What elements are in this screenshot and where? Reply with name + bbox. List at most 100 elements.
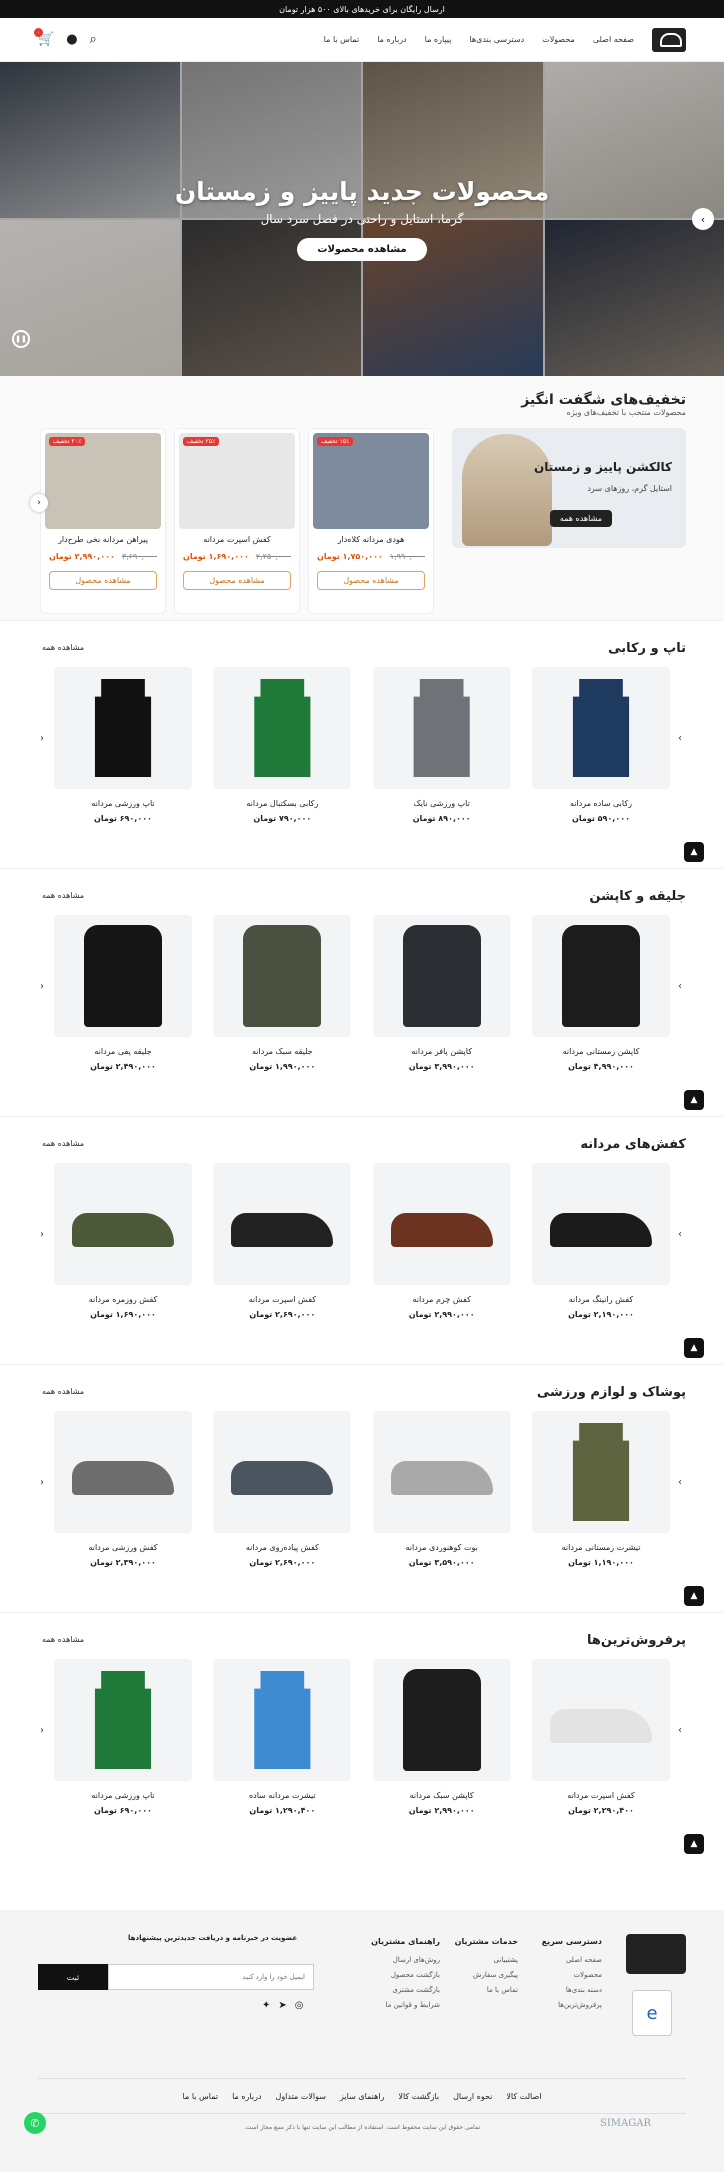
see-all-link[interactable]: مشاهده همه	[42, 891, 84, 900]
see-all-link[interactable]: مشاهده همه	[42, 1635, 84, 1644]
nav-contact[interactable]: تماس با ما	[324, 35, 360, 44]
user-icon[interactable]: ●	[66, 32, 77, 47]
product-card[interactable]: کاپشن سبک مردانه ۲,۹۹۰,۰۰۰ تومان	[372, 1659, 511, 1815]
product-card[interactable]: کفش اسپرت مردانه ۲,۶۹۰,۰۰۰ تومان	[213, 1163, 352, 1319]
product-shape	[243, 925, 322, 1027]
product-card[interactable]: تیشرت مردانه ساده ۱,۲۹۰,۴۰۰ تومان	[213, 1659, 352, 1815]
instagram-icon[interactable]: ◎	[295, 2000, 304, 2011]
whatsapp-icon[interactable]: ✆	[24, 2112, 46, 2134]
see-all-link[interactable]: مشاهده همه	[42, 1139, 84, 1148]
twitter-icon[interactable]: ✦	[262, 2000, 270, 2011]
footer-link[interactable]: محصولات	[542, 1968, 602, 1983]
footer-bottom-link[interactable]: نحوه ارسال	[453, 2092, 492, 2101]
promo-button[interactable]: مشاهده همه	[549, 510, 612, 527]
deal-card[interactable]: ۲۵٪ تخفیف کفش اسپرت مردانه ۲,۲۵۰,۰۰۰ ۱,۶۹…	[174, 428, 300, 614]
enamad-trust-icon[interactable]: e	[632, 1990, 672, 2036]
product-card[interactable]: کفش پیاده‌روی مردانه ۲,۶۹۰,۰۰۰ تومان	[213, 1411, 352, 1567]
promo-banner[interactable]: کالکشن پاییز و زمستان استایل گرم، روزهای…	[452, 428, 686, 548]
deal-new-price: ۲,۹۹۰,۰۰۰ تومان	[49, 552, 115, 561]
chevron-left-icon[interactable]: ‹	[40, 981, 44, 992]
footer-bottom-link[interactable]: بازگشت کالا	[398, 2092, 439, 2101]
hero-cta-button[interactable]: مشاهده محصولات	[297, 238, 427, 261]
newsletter-email-input[interactable]	[108, 1964, 314, 1990]
chevron-right-icon[interactable]: ›	[678, 1477, 682, 1488]
footer-bottom-link[interactable]: راهنمای سایز	[340, 2092, 384, 2101]
chevron-right-icon[interactable]: ›	[678, 1725, 682, 1736]
footer-link[interactable]: شرایط و قوانین ما	[371, 1998, 441, 2013]
scroll-to-top-icon[interactable]: ▲	[684, 1090, 704, 1110]
footer-bottom-link[interactable]: درباره ما	[232, 2092, 261, 2101]
deal-card[interactable]: ۲۰٪ تخفیف پیراهن مردانه نخی طرح‌دار ۳,۶۹…	[40, 428, 166, 614]
view-product-button[interactable]: مشاهده محصول	[49, 571, 157, 590]
scroll-to-top-icon[interactable]: ▲	[684, 1338, 704, 1358]
brand-logo[interactable]	[652, 27, 686, 52]
product-card[interactable]: جلیقه سبک مردانه ۱,۹۹۰,۰۰۰ تومان	[213, 915, 352, 1071]
product-card[interactable]: کفش اسپرت مردانه ۲,۲۹۰,۴۰۰ تومان	[532, 1659, 670, 1815]
footer-link[interactable]: دسته بندی‌ها	[542, 1983, 602, 1998]
product-card[interactable]: رکابی بسکتبال مردانه ۷۹۰,۰۰۰ تومان	[213, 667, 352, 823]
newsletter-submit-button[interactable]: ثبت	[38, 1964, 108, 1990]
nav-products[interactable]: محصولات	[542, 35, 575, 44]
product-name: جلیقه پفی مردانه	[94, 1047, 152, 1056]
footer-link[interactable]: بازگشت محصول	[371, 1968, 440, 1983]
footer-link[interactable]: تماس با ما	[455, 1983, 518, 1998]
view-product-button[interactable]: مشاهده محصول	[183, 571, 291, 590]
chevron-left-icon[interactable]: ‹	[30, 494, 48, 512]
product-price: ۲,۴۹۰,۰۰۰ تومان	[90, 1062, 156, 1071]
chevron-left-icon[interactable]: ‹	[40, 1477, 44, 1488]
product-card[interactable]: جلیقه پفی مردانه ۲,۴۹۰,۰۰۰ تومان	[54, 915, 193, 1071]
product-card[interactable]: بوت کوهنوردی مردانه ۳,۵۹۰,۰۰۰ تومان	[372, 1411, 511, 1567]
section-title: جلیقه و کاپشن	[589, 889, 686, 904]
product-card[interactable]: کاپشن زمستانی مردانه ۴,۹۹۰,۰۰۰ تومان	[532, 915, 670, 1071]
footer-customer-guide: راهنمای مشتریان روش‌های ارسال بازگشت محص…	[371, 1934, 440, 2013]
footer-link[interactable]: پرفروش‌ترین‌ها	[542, 1998, 602, 2013]
deal-card[interactable]: ۱۵٪ تخفیف هودی مردانه کلاه‌دار ۱,۹۹۰,۰۰۰…	[308, 428, 434, 614]
product-carousel: تیشرت زمستانی مردانه ۱,۱۹۰,۰۰۰ تومان بوت…	[54, 1411, 670, 1567]
see-all-link[interactable]: مشاهده همه	[42, 1387, 84, 1396]
nav-about[interactable]: درباره ما	[377, 35, 406, 44]
product-section: پرفروش‌ترین‌ها مشاهده همه › ‹ کفش اسپرت …	[0, 1612, 724, 1860]
hero-next-arrow-icon[interactable]: ›	[692, 208, 714, 230]
footer-link[interactable]: بازگشت مشتری	[371, 1983, 440, 1998]
chevron-left-icon[interactable]: ‹	[40, 733, 44, 744]
deal-old-price: ۳,۶۹۰,۰۰۰	[121, 552, 157, 561]
footer-bottom-link[interactable]: تماس با ما	[183, 2092, 219, 2101]
cart-icon[interactable]: 🛒 ۰	[34, 28, 54, 47]
nav-home[interactable]: صفحه اصلی	[593, 35, 634, 44]
product-card[interactable]: تاپ ورزشی مردانه ۶۹۰,۰۰۰ تومان	[54, 1659, 193, 1815]
footer-bottom-link[interactable]: اصالت کالا	[506, 2092, 541, 2101]
product-card[interactable]: رکابی ساده مردانه ۵۹۰,۰۰۰ تومان	[532, 667, 670, 823]
product-card[interactable]: تیشرت زمستانی مردانه ۱,۱۹۰,۰۰۰ تومان	[532, 1411, 670, 1567]
see-all-link[interactable]: مشاهده همه	[42, 643, 84, 652]
footer-link[interactable]: روش‌های ارسال	[371, 1953, 440, 1968]
view-product-button[interactable]: مشاهده محصول	[317, 571, 425, 590]
scroll-to-top-icon[interactable]: ▲	[684, 1834, 704, 1854]
product-card[interactable]: کفش ورزشی مردانه ۲,۳۹۰,۰۰۰ تومان	[54, 1411, 193, 1567]
product-shape	[72, 1461, 175, 1495]
scroll-to-top-icon[interactable]: ▲	[684, 1586, 704, 1606]
chevron-right-icon[interactable]: ›	[678, 1229, 682, 1240]
telegram-icon[interactable]: ➤	[278, 2000, 286, 2011]
footer-bottom-link[interactable]: سوالات متداول	[276, 2092, 327, 2101]
chevron-left-icon[interactable]: ‹	[40, 1229, 44, 1240]
scroll-to-top-icon[interactable]: ▲	[684, 842, 704, 862]
search-icon[interactable]: ⌕	[90, 32, 97, 47]
product-image	[372, 1163, 511, 1285]
product-card[interactable]: کفش رانینگ مردانه ۲,۱۹۰,۰۰۰ تومان	[532, 1163, 670, 1319]
nav-categories[interactable]: دسترسی بندی‌ها	[469, 35, 524, 44]
product-image	[213, 1163, 352, 1285]
footer-link[interactable]: پیگیری سفارش	[455, 1968, 518, 1983]
footer-link[interactable]: پشتیبانی	[455, 1953, 518, 1968]
product-card[interactable]: کاپشن پافر مردانه ۳,۹۹۰,۰۰۰ تومان	[372, 915, 511, 1071]
chevron-right-icon[interactable]: ›	[678, 733, 682, 744]
product-card[interactable]: کفش روزمره مردانه ۱,۶۹۰,۰۰۰ تومان	[54, 1163, 193, 1319]
product-card[interactable]: تاپ ورزشی مردانه ۶۹۰,۰۰۰ تومان	[54, 667, 193, 823]
product-card[interactable]: تاپ ورزشی نایک ۸۹۰,۰۰۰ تومان	[372, 667, 511, 823]
chevron-left-icon[interactable]: ‹	[40, 1725, 44, 1736]
pause-icon[interactable]: ❚❚	[12, 330, 30, 348]
newsletter-title: عضویت در خبرنامه و دریافت جدیدترین پیشنه…	[128, 1934, 298, 1942]
product-card[interactable]: کفش چرم مردانه ۲,۹۹۰,۰۰۰ تومان	[372, 1163, 511, 1319]
chevron-right-icon[interactable]: ›	[678, 981, 682, 992]
footer-link[interactable]: صفحه اصلی	[542, 1953, 602, 1968]
nav-blog[interactable]: پیپاره ما	[425, 35, 452, 44]
